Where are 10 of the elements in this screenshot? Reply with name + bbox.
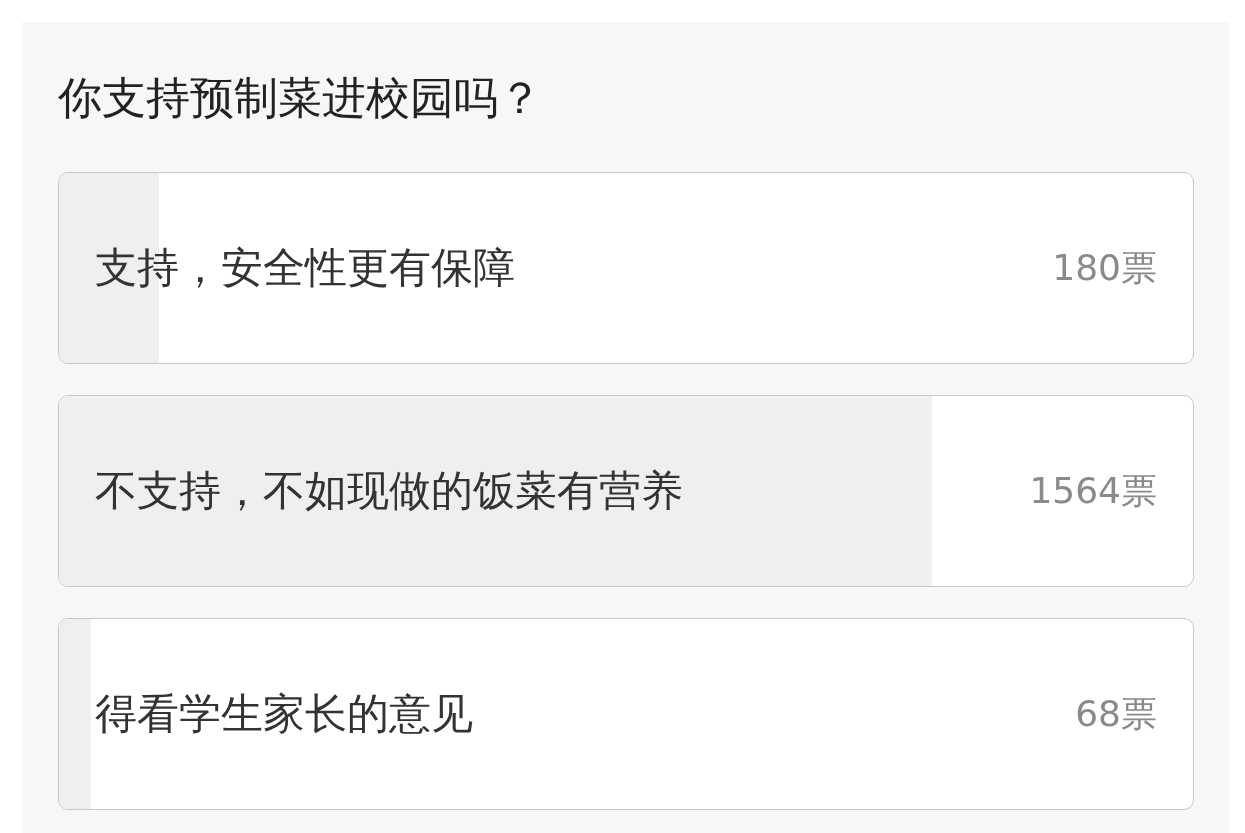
vote-count: 180票 — [1052, 245, 1157, 290]
option-label: 不支持，不如现做的饭菜有营养 — [95, 465, 683, 518]
option-label: 得看学生家长的意见 — [95, 688, 473, 741]
poll-option[interactable]: 支持，安全性更有保障 180票 — [58, 172, 1194, 364]
poll-question: 你支持预制菜进校园吗？ — [58, 71, 543, 125]
option-label: 支持，安全性更有保障 — [95, 242, 515, 295]
poll-option[interactable]: 得看学生家长的意见 68票 — [58, 618, 1194, 810]
poll-option[interactable]: 不支持，不如现做的饭菜有营养 1564票 — [58, 395, 1194, 587]
vote-count: 68票 — [1075, 691, 1157, 736]
vote-count: 1564票 — [1029, 468, 1157, 513]
